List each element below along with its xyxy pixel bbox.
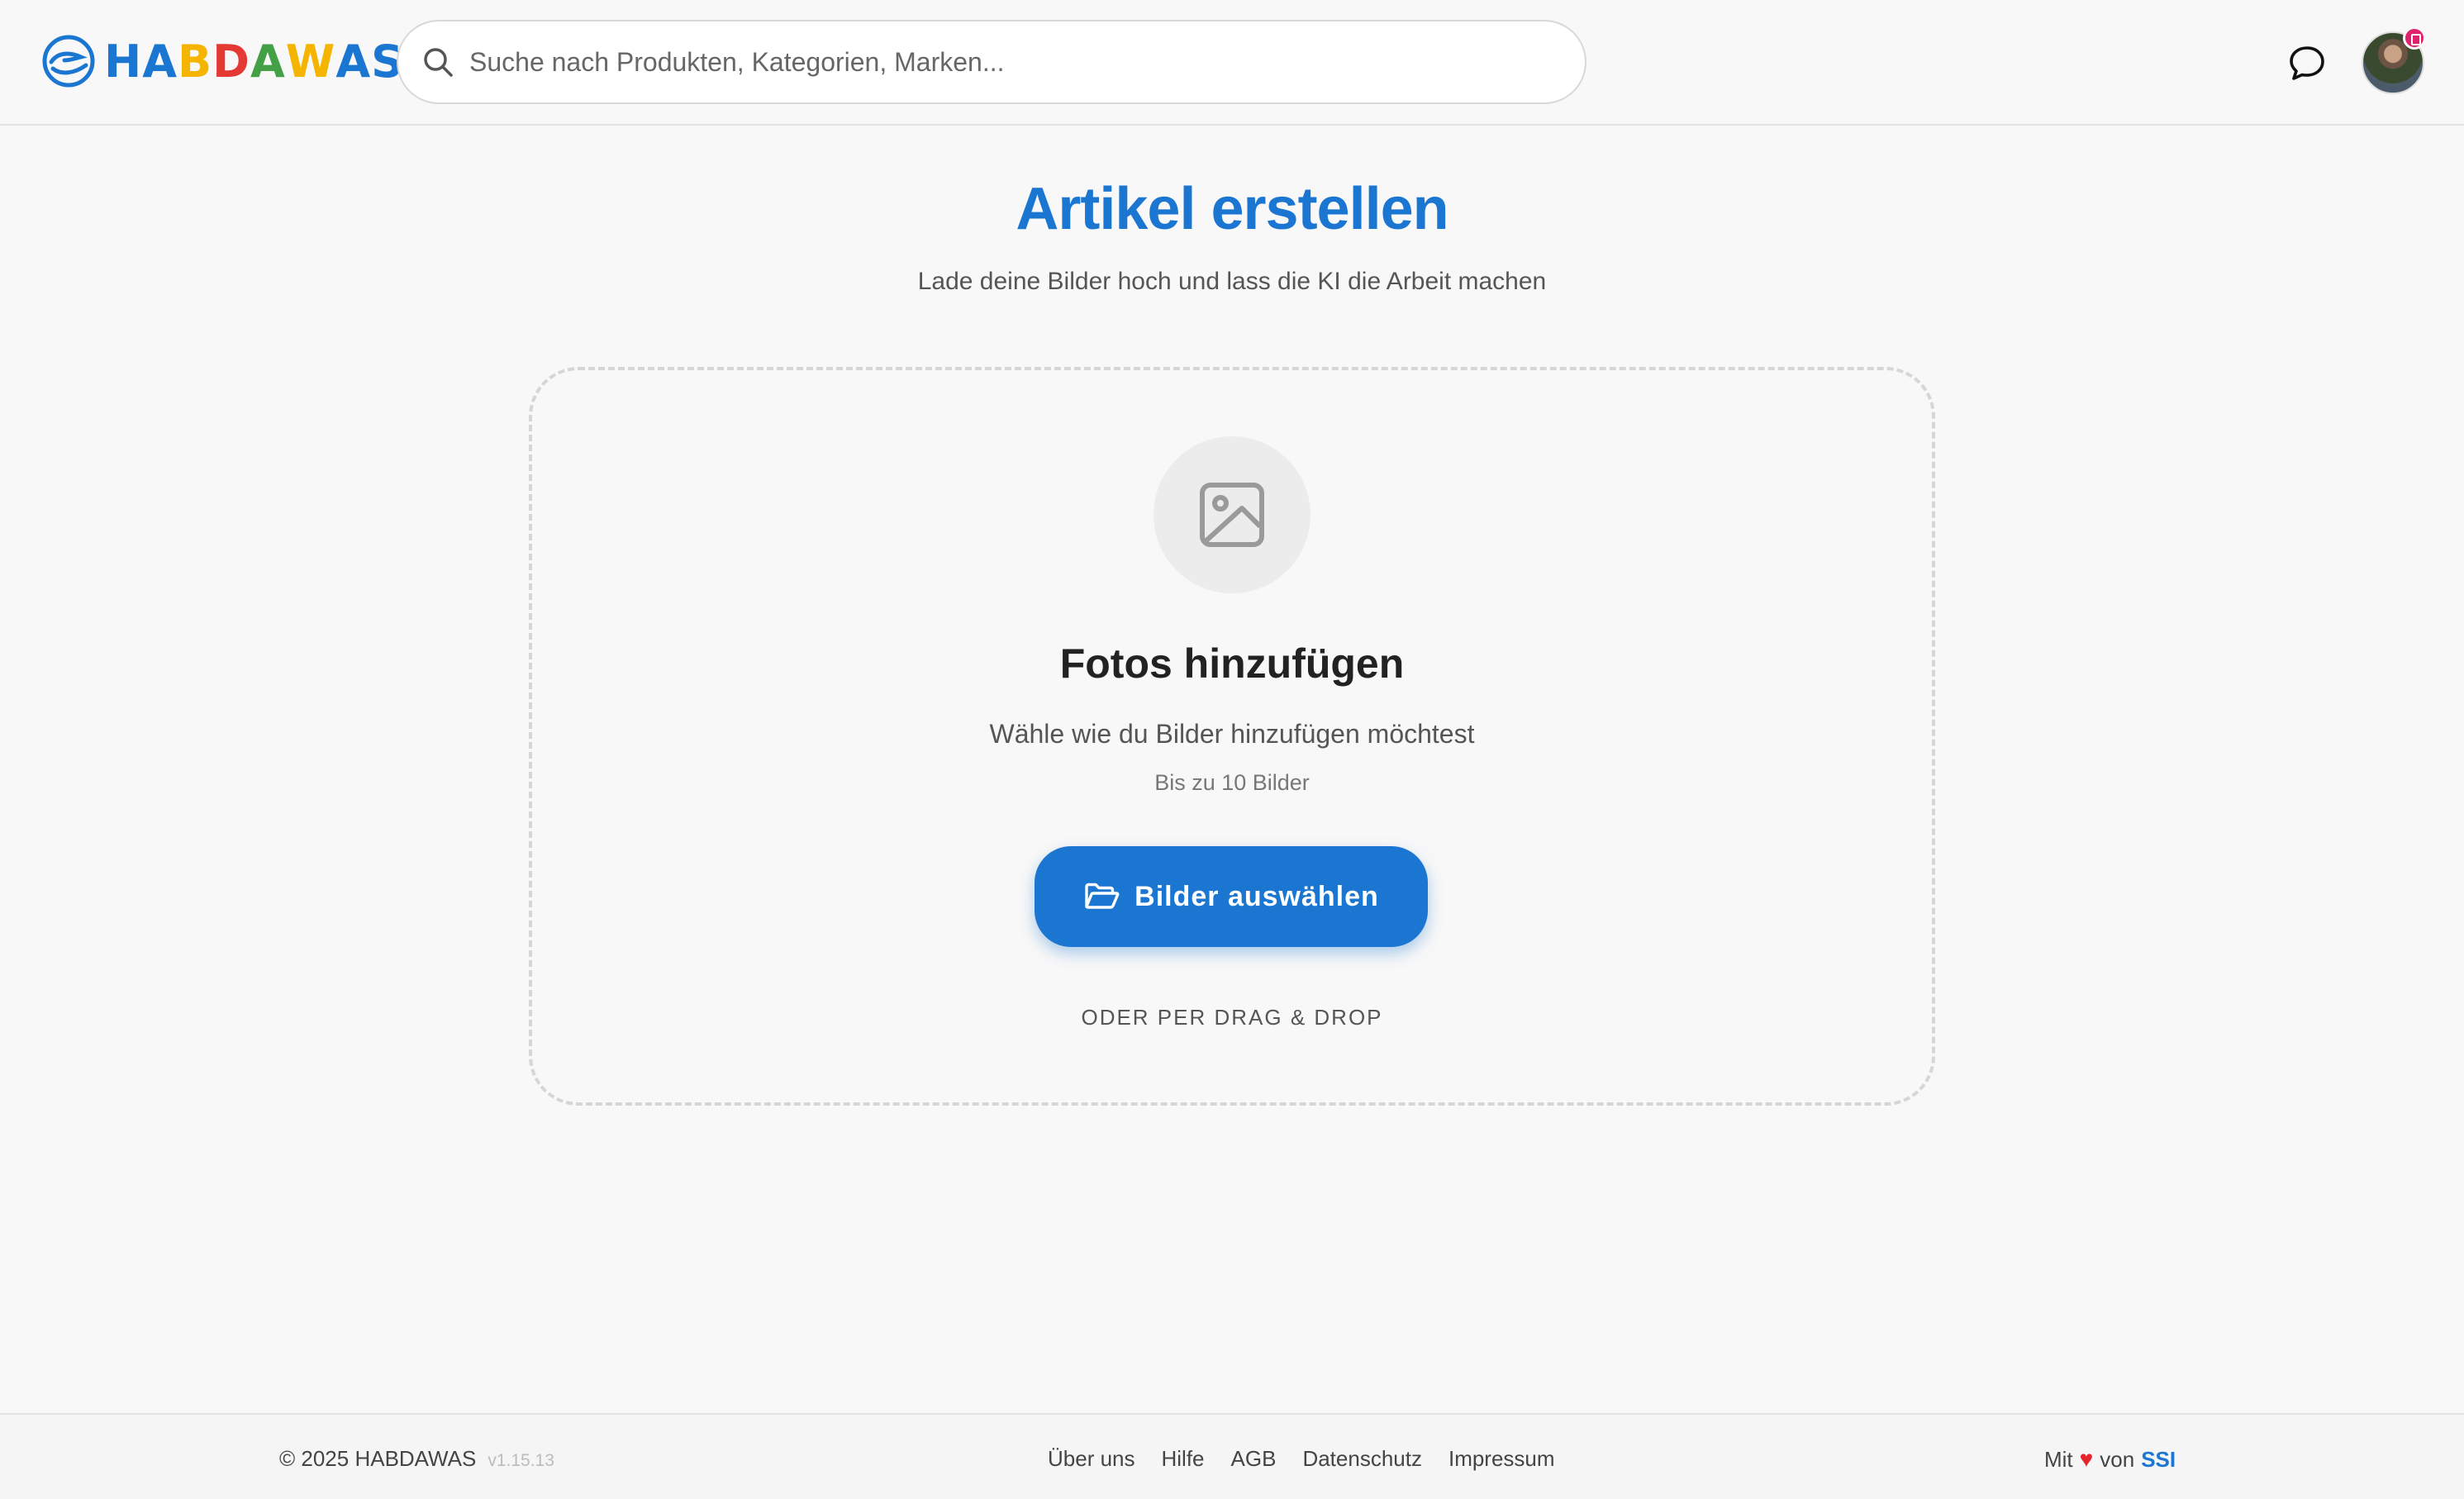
made-with-prefix: Mit <box>2044 1446 2073 1472</box>
made-with-love: Mit ♥ von SSI <box>2044 1446 2176 1473</box>
logo-letter: W <box>285 35 336 88</box>
upload-limit: Bis zu 10 Bilder <box>1154 770 1310 795</box>
version-label: v1.15.13 <box>488 1451 554 1470</box>
image-placeholder <box>1154 436 1310 593</box>
logo-icon <box>42 35 95 88</box>
footer-link-imprint[interactable]: Impressum <box>1448 1446 1555 1472</box>
logo-letter: H <box>104 35 143 88</box>
footer-link-privacy[interactable]: Datenschutz <box>1302 1446 1422 1472</box>
chat-icon[interactable] <box>2287 43 2327 83</box>
search-bar[interactable] <box>397 20 1586 104</box>
footer-link-help[interactable]: Hilfe <box>1162 1446 1205 1472</box>
top-bar: HABDAWAS <box>0 0 2464 126</box>
made-by-link[interactable]: SSI <box>2141 1447 2176 1473</box>
logo-letter: A <box>335 35 372 88</box>
logo-letter: A <box>142 35 178 88</box>
logo-letter: B <box>178 35 213 88</box>
dropzone-title: Fotos hinzufügen <box>1059 640 1405 687</box>
footer-links: Über uns Hilfe AGB Datenschutz Impressum <box>1048 1446 1582 1472</box>
folder-open-icon <box>1085 883 1120 909</box>
brand-logo[interactable]: HABDAWAS <box>41 31 404 91</box>
copyright-text: © 2025 HABDAWAS <box>279 1446 477 1471</box>
footer-link-about[interactable]: Über uns <box>1048 1446 1135 1472</box>
footer-link-terms[interactable]: AGB <box>1231 1446 1277 1472</box>
notification-badge <box>2403 26 2426 50</box>
search-input[interactable] <box>469 37 1585 87</box>
page-subtitle: Lade deine Bilder hoch und lass die KI d… <box>917 268 1547 295</box>
footer: © 2025 HABDAWAS v1.15.13 Über uns Hilfe A… <box>0 1413 2464 1499</box>
logo-letter: D <box>212 35 250 88</box>
drag-drop-hint: ODER PER DRAG & DROP <box>1081 1005 1383 1030</box>
image-icon <box>1200 483 1264 547</box>
copyright: © 2025 HABDAWAS v1.15.13 <box>279 1446 554 1472</box>
logo-letter: A <box>250 35 286 88</box>
search-icon <box>424 48 453 77</box>
heart-icon: ♥ <box>2079 1446 2094 1472</box>
logo-text: HABDAWAS <box>104 36 404 88</box>
made-with-suffix: von <box>2100 1446 2135 1472</box>
select-images-label: Bilder auswählen <box>1134 880 1379 912</box>
page-title: Artikel erstellen <box>1016 176 1448 242</box>
dropzone-subtitle: Wähle wie du Bilder hinzufügen möchtest <box>989 719 1475 749</box>
select-images-button[interactable]: Bilder auswählen <box>1035 846 1428 947</box>
